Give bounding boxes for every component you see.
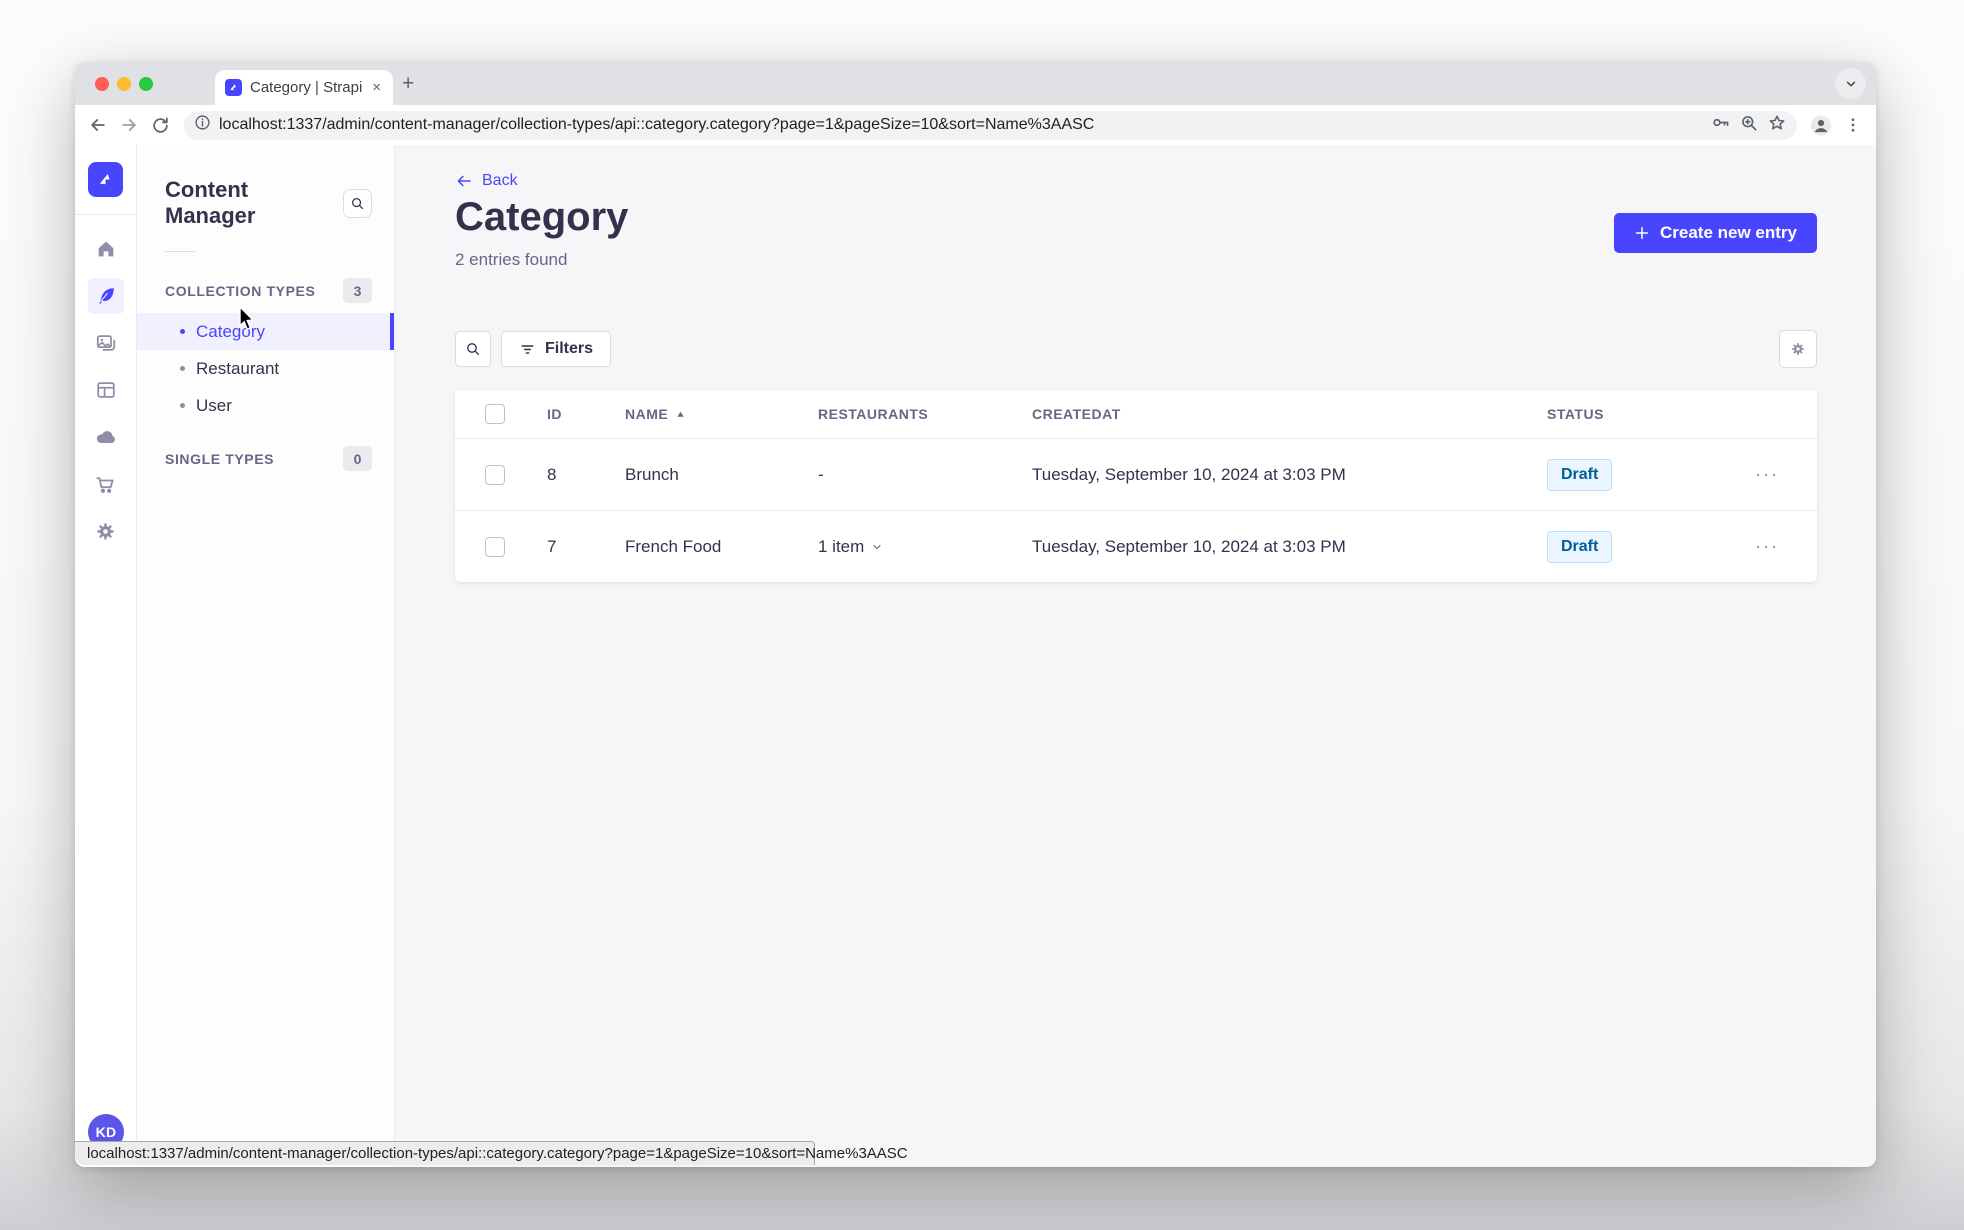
plus-icon	[1635, 226, 1649, 240]
zoom-in-icon[interactable]	[1739, 113, 1759, 138]
strapi-logo-icon[interactable]	[88, 162, 123, 197]
main-content: Back Category 2 entries found Create new…	[395, 145, 1876, 1167]
back-arrow-icon[interactable]	[87, 114, 109, 136]
browser-toolbar: localhost:1337/admin/content-manager/col…	[75, 105, 1876, 145]
browser-tab[interactable]: Category | Strapi ×	[215, 70, 393, 105]
content-type-builder-icon[interactable]	[88, 372, 124, 408]
table-actions-row: Filters	[455, 330, 1817, 368]
toolbar-right-cluster	[1810, 114, 1864, 136]
collection-types-label: COLLECTION TYPES	[165, 282, 316, 299]
divider	[165, 251, 195, 252]
status-bar-url: localhost:1337/admin/content-manager/col…	[75, 1141, 908, 1165]
subnav-item-label: Restaurant	[196, 358, 280, 378]
search-icon	[352, 197, 364, 209]
reload-icon[interactable]	[149, 114, 171, 136]
filter-icon	[521, 344, 534, 354]
home-icon[interactable]	[88, 231, 124, 267]
close-window-button[interactable]	[95, 77, 109, 91]
status-badge: Draft	[1547, 458, 1613, 491]
url-bar[interactable]: localhost:1337/admin/content-manager/col…	[184, 110, 1797, 140]
minimize-window-button[interactable]	[117, 77, 131, 91]
cell-restaurants[interactable]: 1 item	[818, 537, 1032, 557]
subnav-item-label: Category	[196, 321, 265, 341]
tab-search-button[interactable]	[1835, 68, 1866, 99]
filters-button[interactable]: Filters	[501, 331, 612, 367]
cloud-icon[interactable]	[88, 419, 124, 455]
forward-arrow-icon[interactable]	[118, 114, 140, 136]
select-all-checkbox[interactable]	[485, 404, 505, 424]
column-header-status[interactable]: STATUS	[1547, 406, 1717, 422]
column-header-restaurants[interactable]: RESTAURANTS	[818, 406, 1032, 422]
subnav-search-button[interactable]	[343, 188, 372, 218]
page-title: Category	[455, 195, 629, 239]
close-tab-icon[interactable]: ×	[370, 79, 383, 96]
settings-gear-icon[interactable]	[88, 513, 124, 549]
cell-id: 7	[547, 536, 557, 556]
new-tab-button[interactable]: +	[402, 73, 414, 94]
single-types-count-badge: 0	[343, 446, 372, 471]
table-row[interactable]: 8 Brunch - Tuesday, September 10, 2024 a…	[455, 438, 1817, 510]
entries-count: 2 entries found	[455, 250, 568, 269]
column-header-createdat[interactable]: CREATEDAT	[1032, 406, 1547, 422]
password-key-icon[interactable]	[1710, 112, 1731, 138]
subnav-item-user[interactable]: User	[137, 387, 394, 424]
strapi-app: KD Content Manager COLLECTION TYPES 3 Ca…	[75, 145, 1876, 1167]
bullet-icon	[180, 329, 185, 334]
tab-title: Category | Strapi	[250, 79, 363, 96]
media-library-icon[interactable]	[88, 325, 124, 361]
row-checkbox[interactable]	[485, 464, 505, 485]
traffic-lights	[95, 77, 153, 91]
table-row[interactable]: 7 French Food 1 item Tuesday, September …	[455, 510, 1817, 582]
bullet-icon	[180, 366, 185, 371]
cell-name: French Food	[625, 536, 722, 556]
collection-types-section-header: COLLECTION TYPES 3	[137, 270, 394, 313]
content-manager-subnav: Content Manager COLLECTION TYPES 3 Categ…	[137, 145, 395, 1167]
single-types-label: SINGLE TYPES	[165, 450, 275, 467]
site-info-icon[interactable]	[194, 114, 211, 136]
browser-window: Category | Strapi × + localhost:1337/adm…	[75, 62, 1876, 1167]
entries-table: ID NAME RESTAURANTS CREATEDAT STATUS 8 B…	[455, 390, 1817, 582]
create-new-entry-button[interactable]: Create new entry	[1614, 213, 1817, 253]
profile-avatar-icon[interactable]	[1810, 114, 1832, 136]
zoom-window-button[interactable]	[139, 77, 153, 91]
table-search-button[interactable]	[455, 331, 491, 367]
subnav-item-category[interactable]: Category	[137, 313, 394, 350]
tab-strip: Category | Strapi × +	[75, 62, 1876, 105]
single-types-section-header: SINGLE TYPES 0	[137, 438, 394, 481]
icon-sidebar: KD	[75, 145, 137, 1167]
subnav-title: Content Manager	[165, 177, 256, 228]
column-header-id[interactable]: ID	[527, 406, 625, 422]
chevron-down-icon	[1846, 81, 1855, 86]
subnav-item-label: User	[196, 395, 232, 415]
row-actions-button[interactable]: ···	[1717, 536, 1817, 557]
chevron-down-icon	[873, 544, 881, 549]
collection-types-count-badge: 3	[343, 278, 372, 303]
column-header-name[interactable]: NAME	[625, 406, 818, 422]
kebab-menu-icon[interactable]	[1842, 114, 1864, 136]
back-arrow-icon	[457, 175, 471, 187]
table-settings-button[interactable]	[1779, 330, 1817, 368]
content-manager-feather-icon[interactable]	[87, 278, 124, 314]
back-link[interactable]: Back	[455, 172, 518, 190]
gear-icon	[1792, 343, 1804, 355]
logo-container	[75, 145, 136, 215]
cell-id: 8	[547, 464, 557, 484]
bullet-icon	[180, 403, 185, 408]
cell-createdat: Tuesday, September 10, 2024 at 3:03 PM	[1032, 536, 1346, 556]
sort-ascending-icon	[677, 411, 684, 417]
search-icon	[467, 343, 479, 355]
strapi-favicon-icon	[225, 79, 242, 96]
cell-name: Brunch	[625, 464, 679, 484]
desktop: Category | Strapi × + localhost:1337/adm…	[0, 0, 1964, 1230]
row-actions-button[interactable]: ···	[1717, 464, 1817, 485]
subnav-item-restaurant[interactable]: Restaurant	[137, 350, 394, 387]
marketplace-cart-icon[interactable]	[88, 466, 124, 502]
url-text[interactable]: localhost:1337/admin/content-manager/col…	[219, 116, 1702, 134]
table-header-row: ID NAME RESTAURANTS CREATEDAT STATUS	[455, 390, 1817, 438]
bookmark-star-icon[interactable]	[1767, 113, 1787, 138]
row-checkbox[interactable]	[485, 536, 505, 557]
status-badge: Draft	[1547, 530, 1613, 563]
cell-restaurants: -	[818, 464, 824, 484]
cell-createdat: Tuesday, September 10, 2024 at 3:03 PM	[1032, 464, 1346, 484]
